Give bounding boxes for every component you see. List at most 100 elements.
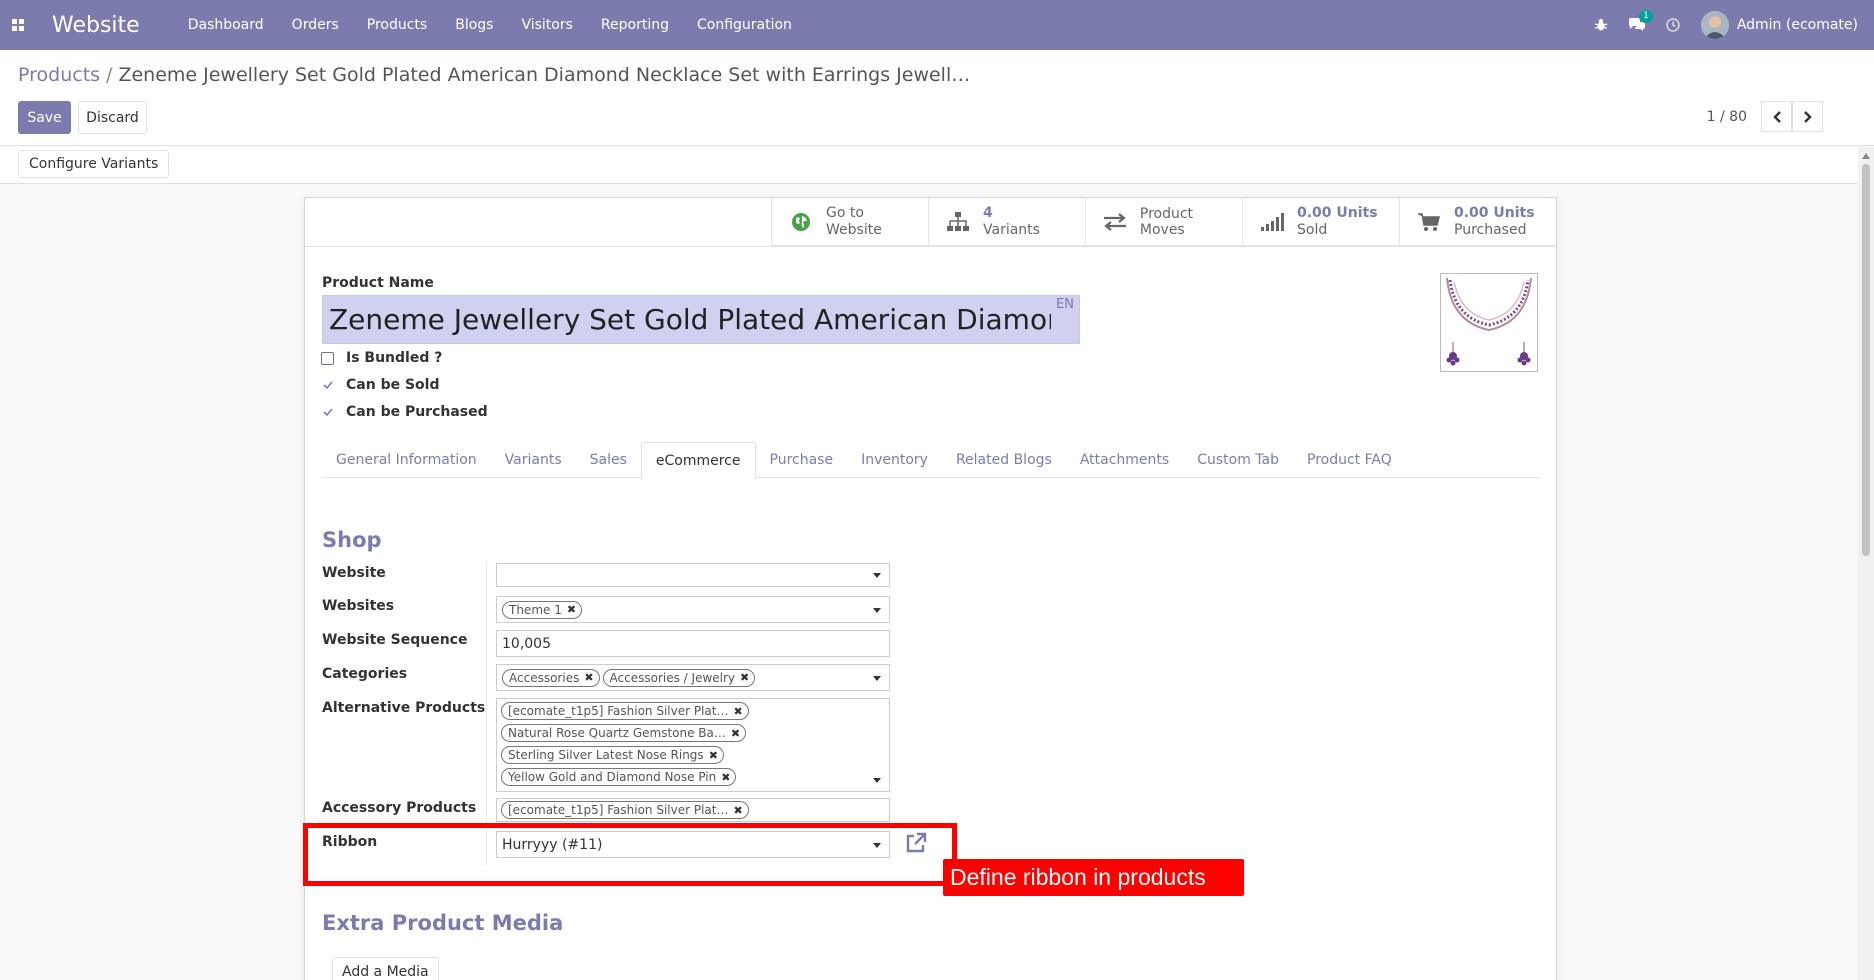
alternative-products-field[interactable]: [ecomate_t1p5] Fashion Silver Plat… ✖ Nat… — [496, 698, 890, 792]
remove-tag-icon[interactable]: ✖ — [733, 804, 742, 817]
go-to-label: Go to — [826, 205, 864, 221]
product-name-label: Product Name — [322, 275, 434, 291]
categories-field-label: Categories — [322, 666, 408, 682]
sitemap-icon — [943, 212, 973, 232]
breadcrumb-current: Zeneme Jewellery Set Gold Plated America… — [118, 64, 971, 86]
tag-label: Natural Rose Quartz Gemstone Ba… — [508, 726, 726, 740]
website-label: Website — [826, 222, 882, 238]
alternative-product-tag: Natural Rose Quartz Gemstone Ba… ✖ — [501, 724, 747, 742]
smart-button-box: Go to Website 4 Variants Product Moves 0.0… — [771, 198, 1556, 246]
tab-ecommerce[interactable]: eCommerce — [640, 442, 756, 479]
chevron-left-icon — [1772, 110, 1781, 123]
pager-value[interactable]: 1 / 80 — [1707, 109, 1747, 125]
menu-reporting[interactable]: Reporting — [587, 0, 683, 50]
category-tag: Accessories ✖ — [502, 668, 600, 687]
breadcrumb-products-link[interactable]: Products — [18, 64, 100, 86]
is-bundled-checkbox[interactable] — [321, 351, 334, 365]
can-be-purchased-row: Can be Purchased — [321, 404, 488, 420]
discard-button[interactable]: Discard — [78, 101, 147, 134]
add-media-button[interactable]: Add a Media — [332, 957, 439, 980]
product-name-input[interactable]: Zeneme Jewellery Set Gold Plated America… — [322, 295, 1080, 344]
product-moves-button[interactable]: Product Moves — [1085, 198, 1242, 246]
website-tag-theme-1: Theme 1 ✖ — [502, 600, 583, 619]
tag-label: [ecomate_t1p5] Fashion Silver Plat… — [508, 803, 729, 817]
chevron-right-icon — [1803, 110, 1812, 123]
variants-smart-button[interactable]: 4 Variants — [928, 198, 1085, 246]
chevron-down-icon — [873, 573, 881, 578]
control-panel: Products / Zeneme Jewellery Set Gold Plate… — [0, 50, 1874, 146]
category-tag: Accessories / Jewelry ✖ — [602, 668, 756, 687]
alternative-product-tag: Yellow Gold and Diamond Nose Pin ✖ — [501, 768, 737, 786]
page-scrollbar[interactable] — [1858, 147, 1874, 980]
can-be-purchased-checkbox[interactable] — [321, 406, 334, 419]
annotation-callout: Define ribbon in products — [943, 859, 1244, 896]
tab-inventory[interactable]: Inventory — [847, 442, 942, 478]
menu-configuration[interactable]: Configuration — [683, 0, 806, 50]
chevron-down-icon — [873, 676, 881, 681]
exchange-icon — [1100, 213, 1130, 231]
units-purchased-value: 0.00 Units — [1454, 205, 1535, 221]
website-sequence-value: 10,005 — [502, 635, 551, 652]
notebook-tabs: General Information Variants Sales eComm… — [322, 442, 1539, 479]
pager-previous-button[interactable] — [1761, 101, 1792, 132]
remove-tag-icon[interactable]: ✖ — [721, 771, 730, 784]
user-name[interactable]: Admin (ecomate) — [1737, 17, 1858, 33]
website-sequence-input[interactable]: 10,005 — [496, 630, 890, 657]
remove-tag-icon[interactable]: ✖ — [731, 727, 740, 740]
alternative-products-label: Alternative Products — [322, 700, 486, 716]
remove-tag-icon[interactable]: ✖ — [584, 671, 593, 684]
configure-variants-button[interactable]: Configure Variants — [18, 150, 170, 178]
accessory-products-field[interactable]: [ecomate_t1p5] Fashion Silver Plat… ✖ — [496, 798, 890, 822]
menu-visitors[interactable]: Visitors — [507, 0, 586, 50]
remove-tag-icon[interactable]: ✖ — [567, 603, 576, 616]
menu-products[interactable]: Products — [353, 0, 441, 50]
shop-section-title: Shop — [322, 528, 382, 552]
tab-general-information[interactable]: General Information — [322, 442, 491, 478]
tag-label: [ecomate_t1p5] Fashion Silver Plat… — [508, 704, 729, 718]
tab-attachments[interactable]: Attachments — [1066, 442, 1183, 478]
remove-tag-icon[interactable]: ✖ — [709, 749, 718, 762]
scroll-up-arrow-icon[interactable] — [1862, 153, 1870, 159]
save-button[interactable]: Save — [18, 101, 71, 134]
activity-clock-icon[interactable] — [1655, 18, 1691, 32]
menu-dashboard[interactable]: Dashboard — [174, 0, 278, 50]
tab-variants[interactable]: Variants — [491, 442, 576, 478]
signal-icon — [1257, 212, 1287, 232]
remove-tag-icon[interactable]: ✖ — [740, 671, 749, 684]
websites-many2many-field[interactable]: Theme 1 ✖ — [496, 596, 890, 623]
breadcrumb: Products / Zeneme Jewellery Set Gold Plate… — [18, 64, 970, 86]
website-field-label: Website — [322, 565, 386, 581]
is-bundled-label: Is Bundled ? — [346, 350, 443, 366]
can-be-sold-checkbox[interactable] — [321, 379, 334, 392]
top-navbar: Website Dashboard Orders Products Blogs … — [0, 0, 1874, 50]
go-to-website-button[interactable]: Go to Website — [771, 198, 928, 246]
pager-next-button[interactable] — [1792, 101, 1823, 132]
categories-many2many-field[interactable]: Accessories ✖ Accessories / Jewelry ✖ — [496, 664, 890, 691]
user-avatar[interactable] — [1700, 11, 1729, 39]
app-title[interactable]: Website — [52, 13, 140, 38]
units-sold-button[interactable]: 0.00 Units Sold — [1242, 198, 1399, 246]
tag-label: Sterling Silver Latest Nose Rings — [508, 748, 704, 762]
menu-orders[interactable]: Orders — [278, 0, 353, 50]
tab-product-faq[interactable]: Product FAQ — [1293, 442, 1406, 478]
messaging-icon[interactable]: 1 — [1619, 10, 1655, 32]
tab-custom-tab[interactable]: Custom Tab — [1183, 442, 1293, 478]
product-image[interactable] — [1440, 273, 1538, 372]
tab-related-blogs[interactable]: Related Blogs — [942, 442, 1066, 478]
tab-purchase[interactable]: Purchase — [756, 442, 848, 478]
bug-icon[interactable] — [1583, 18, 1619, 32]
tab-sales[interactable]: Sales — [576, 442, 641, 478]
menu-blogs[interactable]: Blogs — [441, 0, 507, 50]
form-statusbar: Configure Variants — [0, 147, 1874, 184]
field-column-divider — [486, 561, 487, 866]
message-count-badge: 1 — [1639, 10, 1653, 23]
alternative-product-tag: [ecomate_t1p5] Fashion Silver Plat… ✖ — [501, 702, 749, 720]
scroll-thumb[interactable] — [1862, 164, 1870, 556]
remove-tag-icon[interactable]: ✖ — [733, 705, 742, 718]
apps-menu-icon[interactable] — [0, 0, 36, 50]
website-select[interactable] — [496, 563, 890, 587]
can-be-sold-row: Can be Sold — [321, 377, 439, 393]
top-menu: Dashboard Orders Products Blogs Visitors… — [174, 0, 806, 50]
translate-language-button[interactable]: EN — [1056, 296, 1074, 314]
units-purchased-button[interactable]: 0.00 Units Purchased — [1399, 198, 1556, 246]
